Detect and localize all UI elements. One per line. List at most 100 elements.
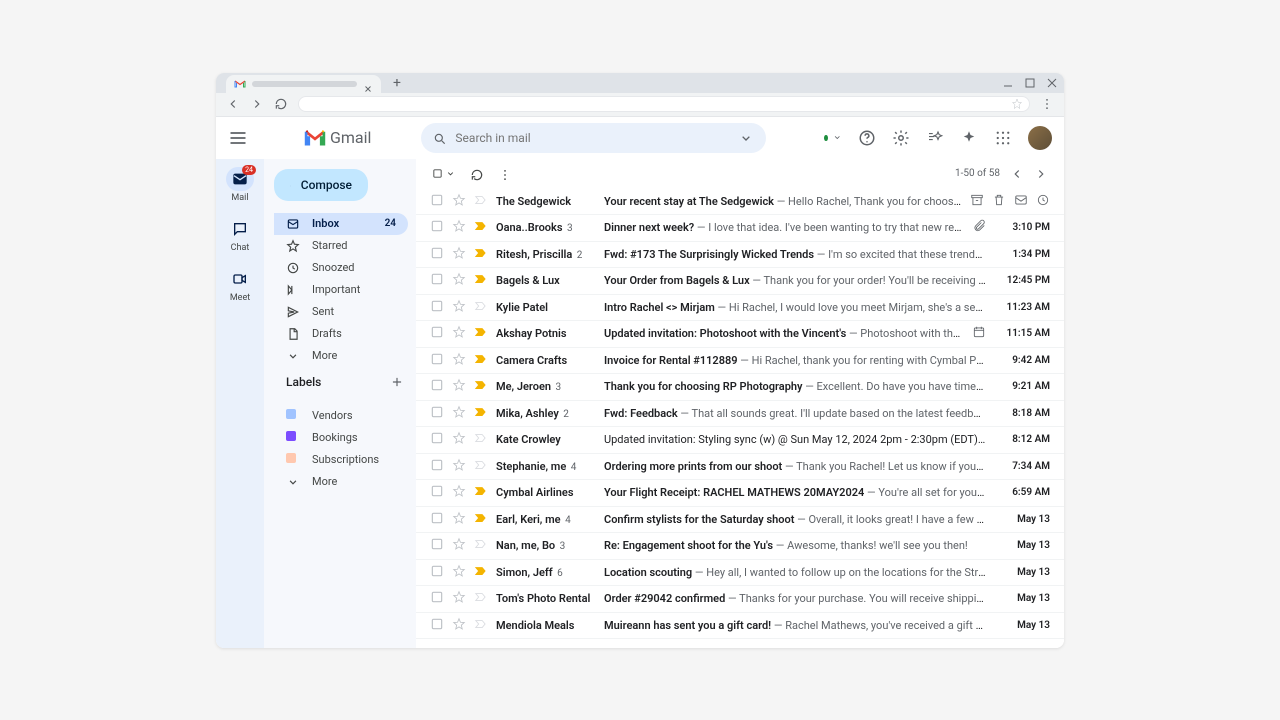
row-checkbox[interactable]	[430, 458, 444, 475]
row-checkbox[interactable]	[430, 405, 444, 422]
row-checkbox[interactable]	[430, 564, 444, 581]
email-row[interactable]: Nan, me, Bo 3 Re: Engagement shoot for t…	[416, 533, 1064, 560]
row-checkbox[interactable]	[430, 431, 444, 448]
importance-marker-icon[interactable]	[474, 590, 488, 607]
next-page-icon[interactable]	[1034, 167, 1048, 181]
star-icon[interactable]	[452, 590, 466, 607]
star-icon[interactable]	[452, 405, 466, 422]
row-checkbox[interactable]	[430, 219, 444, 236]
star-icon[interactable]	[452, 564, 466, 581]
importance-marker-icon[interactable]	[474, 219, 488, 236]
sidebar-item-drafts[interactable]: Drafts	[274, 323, 408, 345]
email-row[interactable]: Stephanie, me 4 Ordering more prints fro…	[416, 454, 1064, 481]
star-icon[interactable]	[452, 352, 466, 369]
importance-marker-icon[interactable]	[474, 246, 488, 263]
star-icon[interactable]	[452, 511, 466, 528]
email-row[interactable]: Oana..Brooks 3 Dinner next week? — I lov…	[416, 215, 1064, 242]
settings-gear-icon[interactable]	[892, 129, 910, 147]
back-icon[interactable]	[226, 97, 240, 111]
snooze-icon[interactable]	[1036, 193, 1050, 210]
importance-marker-icon[interactable]	[474, 537, 488, 554]
star-icon[interactable]	[452, 458, 466, 475]
importance-marker-icon[interactable]	[474, 617, 488, 634]
email-row[interactable]: Mendiola Meals Muireann has sent you a g…	[416, 613, 1064, 640]
rail-item-meet[interactable]: Meet	[216, 267, 264, 303]
importance-marker-icon[interactable]	[474, 299, 488, 316]
forward-icon[interactable]	[250, 97, 264, 111]
email-row[interactable]: Simon, Jeff 6 Location scouting — Hey al…	[416, 560, 1064, 587]
url-bar[interactable]	[298, 96, 1030, 112]
email-row[interactable]: Cymbal Airlines Your Flight Receipt: RAC…	[416, 480, 1064, 507]
add-label-icon[interactable]	[390, 375, 404, 389]
row-checkbox[interactable]	[430, 299, 444, 316]
star-icon[interactable]	[452, 325, 466, 342]
gemini-icon[interactable]	[926, 129, 944, 147]
browser-tab[interactable]	[226, 75, 381, 93]
search-input[interactable]	[455, 131, 738, 145]
delete-icon[interactable]	[992, 193, 1006, 210]
email-row[interactable]: Ritesh, Priscilla 2 Fwd: #173 The Surpri…	[416, 242, 1064, 269]
importance-marker-icon[interactable]	[474, 564, 488, 581]
label-item[interactable]: More	[274, 471, 408, 493]
star-icon[interactable]	[452, 431, 466, 448]
star-icon[interactable]	[452, 246, 466, 263]
avatar[interactable]	[1028, 126, 1052, 150]
mark-read-icon[interactable]	[1014, 193, 1028, 210]
close-tab-icon[interactable]	[363, 79, 373, 89]
importance-marker-icon[interactable]	[474, 405, 488, 422]
importance-marker-icon[interactable]	[474, 352, 488, 369]
sparkle-icon[interactable]	[960, 129, 978, 147]
row-checkbox[interactable]	[430, 484, 444, 501]
sidebar-item-more[interactable]: More	[274, 345, 408, 367]
email-row[interactable]: Camera Crafts Invoice for Rental #112889…	[416, 348, 1064, 375]
email-row[interactable]: Kylie Patel Intro Rachel <> Mirjam — Hi …	[416, 295, 1064, 322]
bookmark-star-icon[interactable]	[1011, 95, 1023, 114]
refresh-icon[interactable]	[274, 97, 288, 111]
row-checkbox[interactable]	[430, 246, 444, 263]
rail-item-mail[interactable]: Mail 24	[216, 167, 264, 203]
row-checkbox[interactable]	[430, 325, 444, 342]
status-indicator[interactable]	[824, 132, 842, 143]
star-icon[interactable]	[452, 299, 466, 316]
add-tab-icon[interactable]: +	[387, 73, 407, 93]
sidebar-item-important[interactable]: Important	[274, 279, 408, 301]
rail-item-chat[interactable]: Chat	[216, 217, 264, 253]
star-icon[interactable]	[452, 537, 466, 554]
apps-grid-icon[interactable]	[994, 129, 1012, 147]
label-item[interactable]: Bookings	[274, 427, 408, 449]
minimize-icon[interactable]	[1002, 77, 1014, 89]
prev-page-icon[interactable]	[1010, 167, 1024, 181]
star-icon[interactable]	[452, 193, 466, 210]
row-checkbox[interactable]	[430, 617, 444, 634]
sidebar-item-starred[interactable]: Starred	[274, 235, 408, 257]
gmail-logo[interactable]: Gmail	[304, 128, 371, 147]
importance-marker-icon[interactable]	[474, 431, 488, 448]
row-checkbox[interactable]	[430, 511, 444, 528]
label-item[interactable]: Subscriptions	[274, 449, 408, 471]
importance-marker-icon[interactable]	[474, 378, 488, 395]
row-checkbox[interactable]	[430, 193, 444, 210]
importance-marker-icon[interactable]	[474, 325, 488, 342]
importance-marker-icon[interactable]	[474, 272, 488, 289]
select-all-checkbox[interactable]	[432, 168, 456, 179]
search-box[interactable]	[421, 123, 766, 153]
maximize-icon[interactable]	[1024, 77, 1036, 89]
email-row[interactable]: Earl, Keri, me 4 Confirm stylists for th…	[416, 507, 1064, 534]
sidebar-item-inbox[interactable]: Inbox24	[274, 213, 408, 235]
row-checkbox[interactable]	[430, 537, 444, 554]
importance-marker-icon[interactable]	[474, 193, 488, 210]
row-checkbox[interactable]	[430, 590, 444, 607]
row-checkbox[interactable]	[430, 352, 444, 369]
help-icon[interactable]	[858, 129, 876, 147]
close-window-icon[interactable]	[1046, 77, 1058, 89]
star-icon[interactable]	[452, 617, 466, 634]
row-checkbox[interactable]	[430, 378, 444, 395]
importance-marker-icon[interactable]	[474, 484, 488, 501]
archive-icon[interactable]	[970, 193, 984, 210]
star-icon[interactable]	[452, 272, 466, 289]
email-row[interactable]: The Sedgewick Your recent stay at The Se…	[416, 189, 1064, 216]
email-row[interactable]: Tom's Photo Rental Order #29042 confirme…	[416, 586, 1064, 613]
star-icon[interactable]	[452, 484, 466, 501]
email-row[interactable]: Bagels & Lux Your Order from Bagels & Lu…	[416, 268, 1064, 295]
importance-marker-icon[interactable]	[474, 511, 488, 528]
